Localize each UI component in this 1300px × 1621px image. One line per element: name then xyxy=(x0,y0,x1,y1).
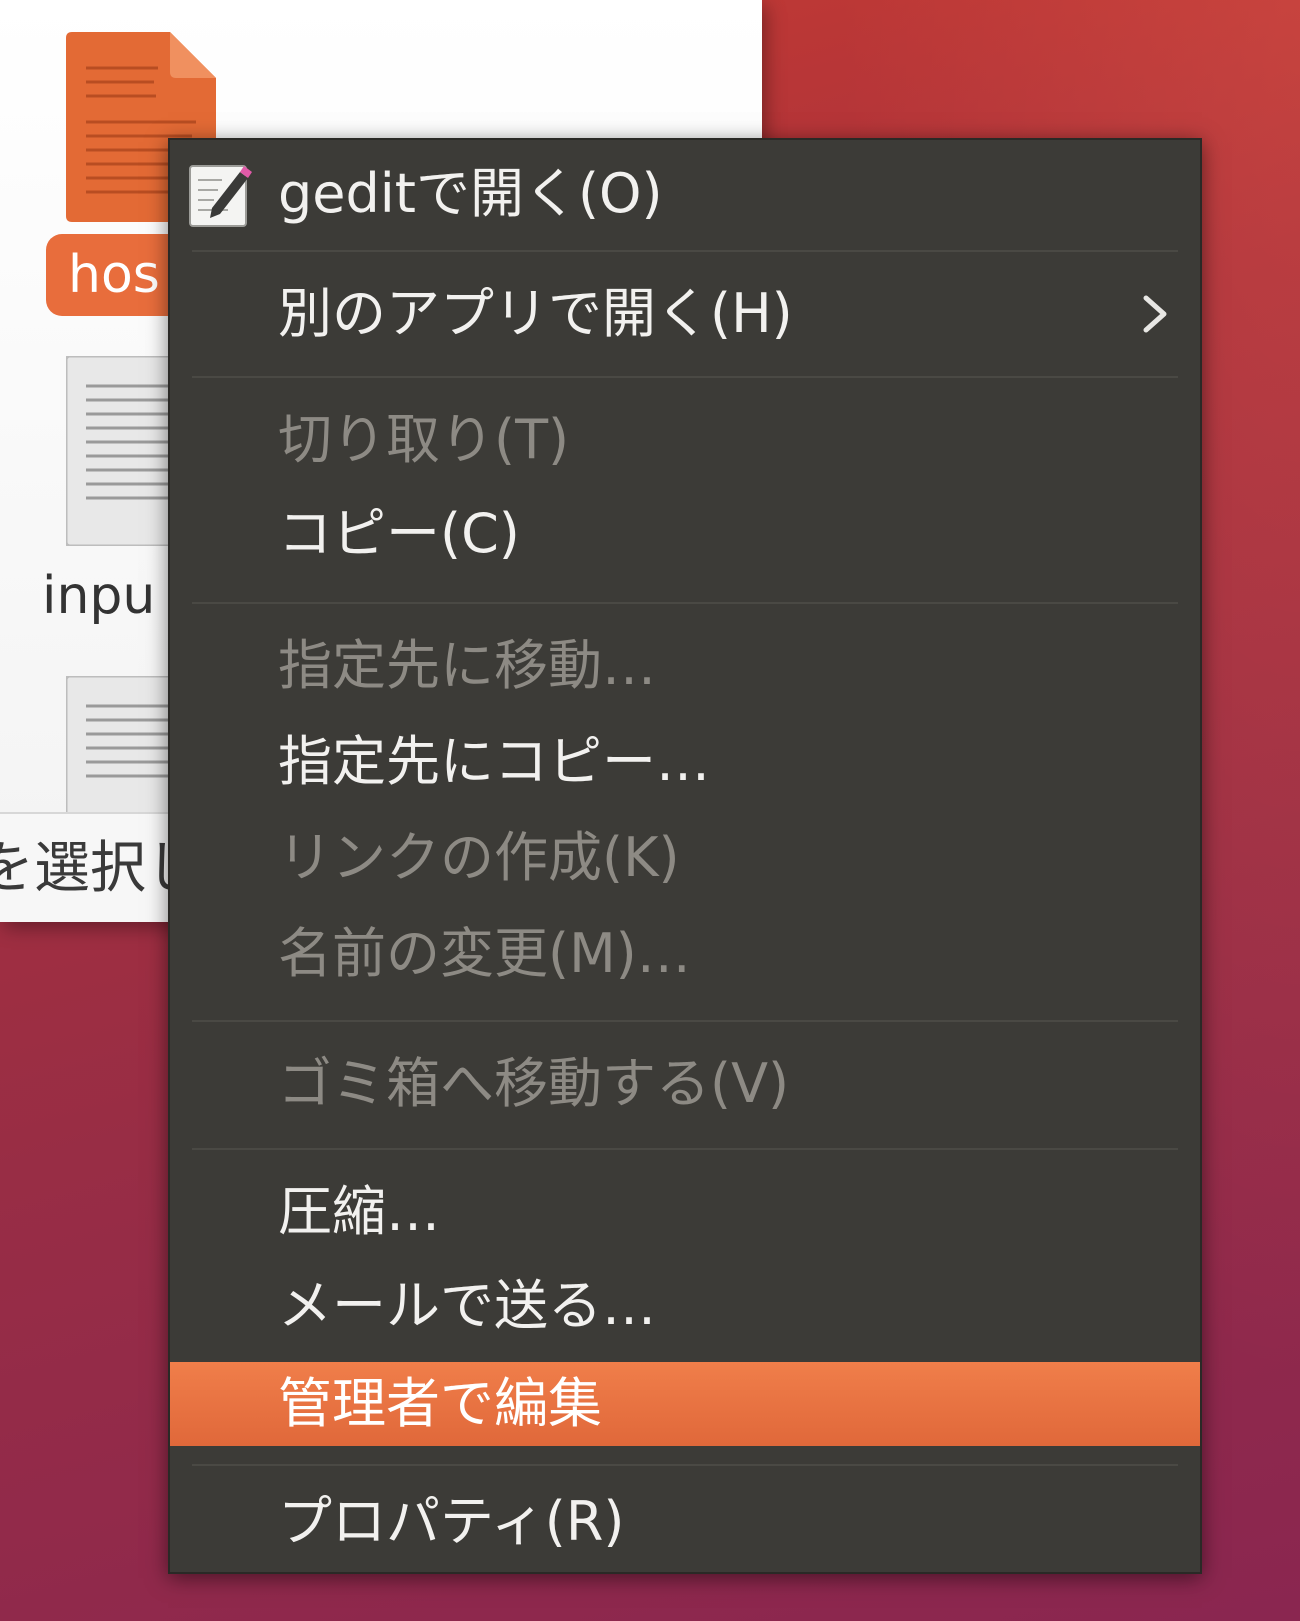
menu-item-copy-to[interactable]: 指定先にコピー… xyxy=(170,714,1200,810)
menu-separator xyxy=(192,1148,1178,1150)
chevron-right-icon xyxy=(1143,295,1167,333)
menu-separator xyxy=(192,1464,1178,1466)
menu-item-label: メールで送る… xyxy=(278,1274,656,1337)
menu-item-compress[interactable]: 圧縮… xyxy=(170,1164,1200,1260)
menu-item-cut[interactable]: 切り取り(T) xyxy=(170,392,1200,488)
menu-item-label: コピー(C) xyxy=(278,502,520,565)
menu-item-label: 指定先にコピー… xyxy=(278,730,710,793)
menu-separator xyxy=(192,376,1178,378)
menu-item-label: 圧縮… xyxy=(278,1180,440,1243)
menu-item-label: ゴミ箱へ移動する(V) xyxy=(278,1052,790,1115)
menu-item-label: 切り取り(T) xyxy=(278,408,570,471)
file-label-input[interactable]: inpu xyxy=(42,566,155,626)
menu-item-label: 名前の変更(M)… xyxy=(278,922,691,985)
menu-item-label: リンクの作成(K) xyxy=(278,826,680,889)
menu-separator xyxy=(192,250,1178,252)
menu-item-send-by-email[interactable]: メールで送る… xyxy=(170,1258,1200,1354)
menu-separator xyxy=(192,602,1178,604)
menu-item-label: プロパティ(R) xyxy=(278,1490,625,1553)
menu-item-label: 指定先に移動… xyxy=(278,634,656,697)
gedit-text-editor-icon xyxy=(189,165,252,227)
menu-item-move-to-trash[interactable]: ゴミ箱へ移動する(V) xyxy=(170,1036,1200,1132)
menu-separator xyxy=(192,1020,1178,1022)
menu-item-label: 別のアプリで開く(H) xyxy=(278,282,793,345)
menu-item-properties[interactable]: プロパティ(R) xyxy=(170,1474,1200,1570)
menu-item-copy[interactable]: コピー(C) xyxy=(170,486,1200,582)
menu-item-rename[interactable]: 名前の変更(M)… xyxy=(170,906,1200,1002)
menu-item-edit-as-admin[interactable]: 管理者で編集 xyxy=(170,1362,1200,1446)
menu-item-move-to[interactable]: 指定先に移動… xyxy=(170,618,1200,714)
context-menu: geditで開く(O) 別のアプリで開く(H) 切り取り(T) コピー(C) 指… xyxy=(168,138,1202,1574)
menu-item-label: 管理者で編集 xyxy=(278,1372,602,1435)
menu-item-open-with-other-app[interactable]: 別のアプリで開く(H) xyxy=(170,266,1200,362)
menu-item-label: geditで開く(O) xyxy=(278,162,663,225)
menu-item-make-link[interactable]: リンクの作成(K) xyxy=(170,810,1200,906)
menu-item-open-with-gedit[interactable]: geditで開く(O) xyxy=(170,146,1200,242)
